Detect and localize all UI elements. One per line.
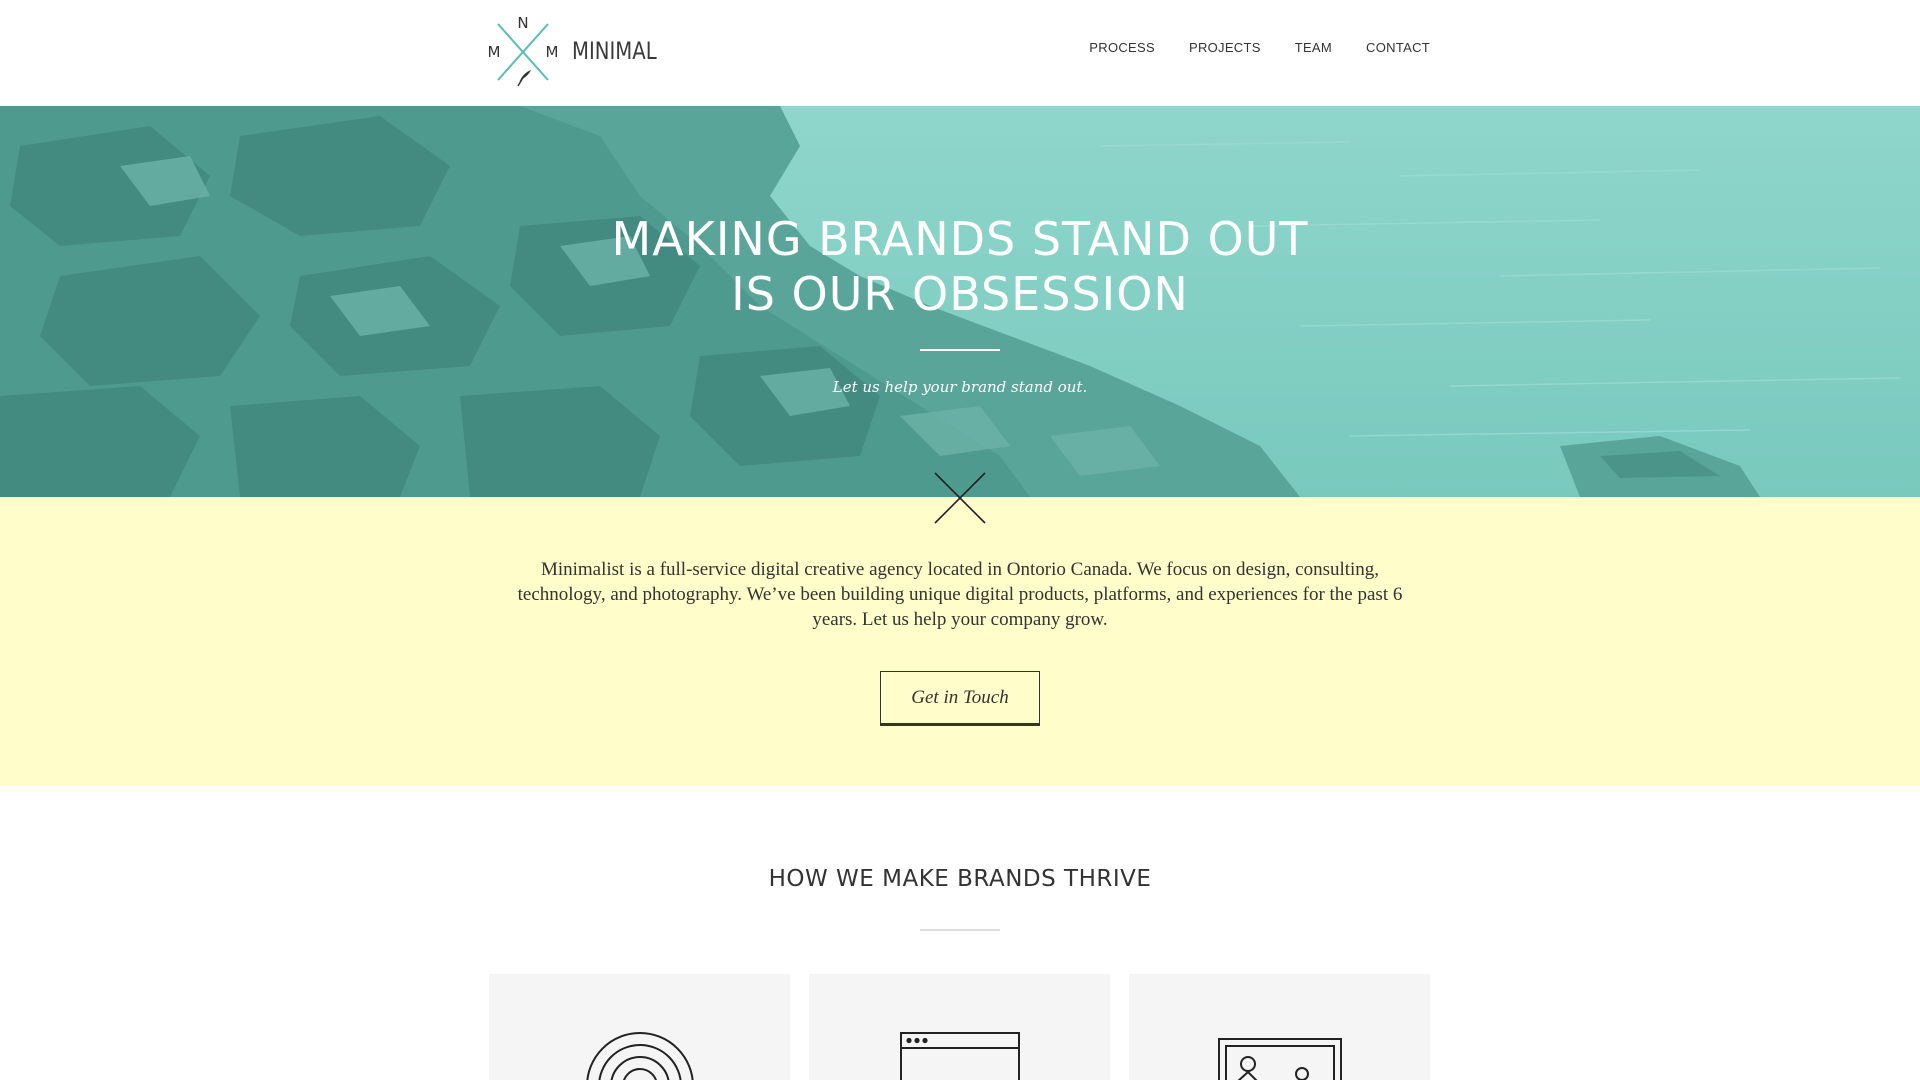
process-card-strategy [489,974,790,1080]
main-nav: PROCESS PROJECTS TEAM CONTACT [1089,40,1430,55]
process-section-title: HOW WE MAKE BRANDS THRIVE [768,866,1152,892]
intro-text: Minimalist is a full-service digital cre… [517,559,1403,630]
brand-logo[interactable]: N M M MINIMAL [488,14,675,88]
brand-mark-icon: N M M [488,14,558,87]
browser-window-icon [900,1032,1020,1080]
intro-section: Minimalist is a full-service digital cre… [0,497,1920,786]
site-header: N M M MINIMAL PROCESS PROJECTS TEAM CONT… [0,0,1920,106]
brand-mark-letter-top: N [517,14,528,32]
brand-mark-letter-right: M [546,43,558,61]
hero-title-line-1: MAKING BRANDS STAND OUT [611,212,1309,266]
nav-item-process[interactable]: PROCESS [1089,40,1155,55]
nav-item-projects[interactable]: PROJECTS [1189,40,1261,55]
nav-item-team[interactable]: TEAM [1295,40,1332,55]
hero-section: MAKING BRANDS STAND OUT IS OUR OBSESSION… [0,106,1920,497]
hero-title: MAKING BRANDS STAND OUT IS OUR OBSESSION [0,212,1920,322]
process-section-divider [920,929,1000,931]
process-card-design [809,974,1110,1080]
cross-divider-icon [934,472,986,524]
process-card-photography [1129,974,1430,1080]
brand-mark-letter-left: M [488,43,500,61]
hero-title-line-2: IS OUR OBSESSION [731,267,1189,321]
nav-item-contact[interactable]: CONTACT [1366,40,1430,55]
image-frame-icon [1218,1038,1342,1080]
target-icon [586,1032,694,1080]
hero-divider [920,349,1000,351]
get-in-touch-button[interactable]: Get in Touch [880,671,1040,724]
brand-name: MINIMAL [572,37,657,65]
hero-subtitle: Let us help your brand stand out. [832,378,1088,396]
